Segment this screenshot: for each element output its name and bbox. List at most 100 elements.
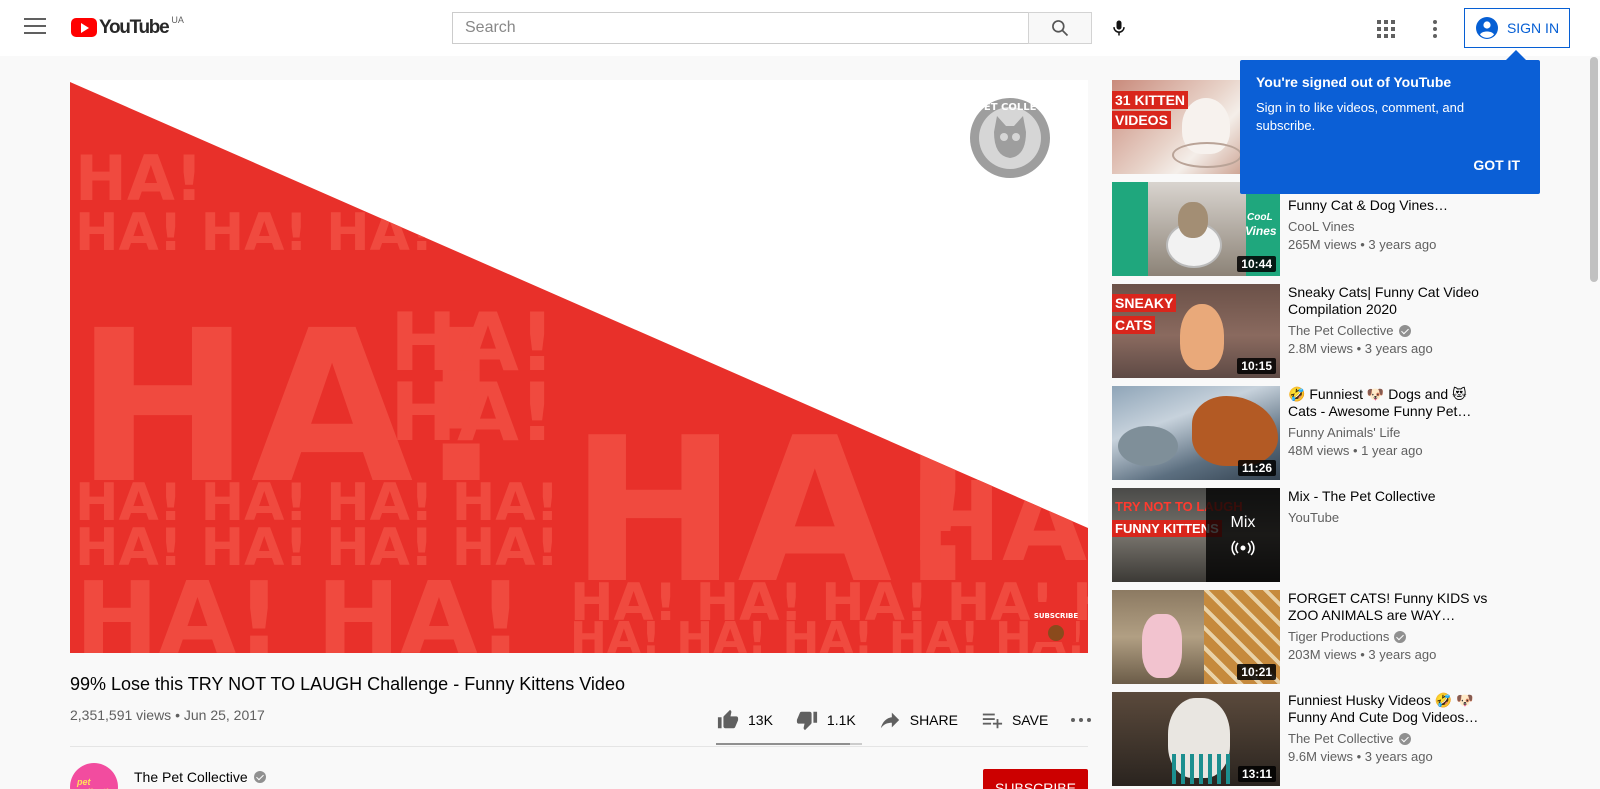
channel-name-link[interactable]: The Pet Collective	[134, 769, 266, 785]
channel-label: YouTube	[1288, 510, 1340, 525]
player-subscribe-text: SUBSCRIBE	[1034, 612, 1079, 620]
recommendation-title: Funniest Husky Videos 🤣 🐶 Funny And Cute…	[1288, 692, 1479, 725]
dislike-count: 1.1K	[826, 712, 856, 728]
recommendation-title: Sneaky Cats| Funny Cat Video Compilation…	[1288, 284, 1479, 317]
voice-search-button[interactable]	[1103, 12, 1135, 44]
video-meta: 2,351,591 views • Jun 25, 2017	[70, 707, 265, 723]
tooltip-body: Sign in to like videos, comment, and sub…	[1256, 100, 1465, 133]
mic-icon	[1113, 20, 1125, 36]
verified-icon	[253, 771, 266, 783]
signed-out-tooltip: You're signed out of YouTube Sign in to …	[1240, 50, 1540, 194]
video-player[interactable]: HA! HA! HA! HA! HA! HA! HA! HA! HA! HA! …	[70, 80, 1088, 653]
mix-radio-icon	[1231, 540, 1255, 556]
country-code: UA	[171, 15, 184, 25]
recommendation-channel: YouTube	[1288, 510, 1492, 525]
apps-icon	[1377, 20, 1395, 38]
player-subscribe-badge[interactable]: SUBSCRIBE	[1034, 602, 1079, 642]
recommendation-stats: 48M views • 1 year ago	[1288, 443, 1423, 458]
share-icon	[880, 712, 899, 729]
verified-icon	[1398, 324, 1411, 337]
video-actions: 13K 1.1K SHARE SAVE	[716, 702, 1092, 738]
recommendation-thumbnail[interactable]: SNEAKY CATS 10:15	[1112, 284, 1280, 378]
recommendation-thumbnail[interactable]: 10:21	[1112, 590, 1280, 684]
dog-figure	[1192, 396, 1278, 466]
share-button[interactable]: SHARE	[878, 709, 958, 731]
kitten-figure	[1180, 304, 1224, 370]
thumb-up-icon	[717, 709, 739, 729]
thumbnail-label: CATS	[1112, 316, 1156, 334]
sentiment-bar-fill	[716, 743, 851, 745]
recommendation-stats: 203M views • 3 years ago	[1288, 647, 1437, 662]
recommendation-title: FORGET CATS! Funny KIDS vs ZOO ANIMALS a…	[1288, 590, 1488, 623]
menu-icon[interactable]	[24, 18, 46, 38]
save-button[interactable]: SAVE	[980, 709, 1048, 731]
youtube-logo-icon	[71, 18, 97, 37]
recommendation-channel: The Pet Collective	[1288, 731, 1492, 746]
verified-icon	[1398, 732, 1411, 745]
like-count: 13K	[748, 712, 773, 728]
settings-button[interactable]	[1420, 14, 1450, 44]
thumbnail-label: 31 KITTEN	[1112, 91, 1189, 109]
bowl-figure	[1172, 142, 1242, 168]
recommendation-item[interactable]: 11:26 🤣 Funniest 🐶 Dogs and 😻 Cats - Awe…	[1112, 386, 1492, 480]
video-duration: 10:21	[1237, 664, 1276, 680]
sign-in-button[interactable]: SIGN IN	[1464, 8, 1570, 48]
recommendation-title: Mix - The Pet Collective	[1288, 488, 1436, 504]
logo-text: YouTube	[99, 17, 170, 38]
more-horiz-icon	[1071, 718, 1092, 722]
subscribe-button[interactable]: SUBSCRIBE	[983, 769, 1088, 789]
channel-avatar[interactable]: pet collective	[70, 763, 118, 789]
recommendation-info: Mix - The Pet Collective YouTube	[1288, 488, 1492, 525]
svg-text:HA!: HA!	[390, 366, 555, 459]
masthead: YouTube UA SIGN IN	[0, 0, 1600, 56]
channel-name: The Pet Collective	[134, 769, 248, 785]
recommendation-thumbnail[interactable]: 11:26	[1112, 386, 1280, 480]
recommendation-info: Funniest Husky Videos 🤣 🐶 Funny And Cute…	[1288, 692, 1492, 764]
youtube-logo[interactable]: YouTube UA	[71, 15, 184, 39]
fish-figure	[1118, 426, 1178, 466]
thumbnail-label: CooL	[1247, 212, 1273, 223]
channel-label: Funny Animals' Life	[1288, 425, 1401, 440]
thumbnail-label: VIDEOS	[1112, 111, 1171, 129]
playlist-add-icon	[982, 713, 1003, 729]
recommendation-info: 🤣 Funniest 🐶 Dogs and 😻 Cats - Awesome F…	[1288, 386, 1492, 458]
video-duration: 10:15	[1237, 358, 1276, 374]
sign-in-label: SIGN IN	[1506, 20, 1560, 36]
recommendation-channel: Funny Animals' Life	[1288, 425, 1492, 440]
video-title: 99% Lose this TRY NOT TO LAUGH Challenge…	[70, 674, 625, 694]
sentiment-bar	[716, 743, 862, 745]
mix-label: Mix	[1230, 514, 1256, 531]
recommendation-item[interactable]: SNEAKY CATS 10:15 Sneaky Cats| Funny Cat…	[1112, 284, 1492, 378]
recommendation-title: 🤣 Funniest 🐶 Dogs and 😻 Cats - Awesome F…	[1288, 386, 1472, 419]
channel-label: CooL Vines	[1288, 219, 1355, 234]
recommendation-thumbnail[interactable]: TRY NOT TO LAUGH FUNNY KITTENS Mix	[1112, 488, 1280, 582]
recommendation-thumbnail[interactable]: CooL Vines 10:44	[1112, 182, 1280, 276]
tooltip-title: You're signed out of YouTube	[1256, 74, 1452, 90]
recommendation-item[interactable]: CooL Vines 10:44 Funny Cat & Dog Vines… …	[1112, 182, 1492, 276]
more-actions-button[interactable]	[1070, 717, 1092, 723]
watermark-text: THE PET COLLECTIVE	[951, 102, 1069, 113]
like-button[interactable]: 13K	[716, 709, 773, 731]
recommendation-item[interactable]: TRY NOT TO LAUGH FUNNY KITTENS Mix Mix -…	[1112, 488, 1492, 582]
recommendation-item[interactable]: 13:11 Funniest Husky Videos 🤣 🐶 Funny An…	[1112, 692, 1492, 786]
more-vert-icon	[1433, 20, 1437, 38]
got-it-button[interactable]: GOT IT	[1473, 157, 1520, 173]
recommendation-title: Funny Cat & Dog Vines…	[1288, 197, 1449, 213]
dislike-button[interactable]: 1.1K	[795, 709, 856, 731]
search-box	[452, 12, 1028, 44]
recommendation-item[interactable]: 10:21 FORGET CATS! Funny KIDS vs ZOO ANI…	[1112, 590, 1492, 684]
child-figure	[1142, 614, 1182, 678]
search-icon	[1052, 20, 1069, 37]
account-icon	[1475, 17, 1498, 39]
search-input[interactable]	[465, 19, 1016, 37]
recommendation-info: Sneaky Cats| Funny Cat Video Compilation…	[1288, 284, 1492, 356]
page-scrollbar[interactable]	[1590, 57, 1598, 282]
channel-label: Tiger Productions	[1288, 629, 1390, 644]
recommendation-thumbnail[interactable]: 13:11	[1112, 692, 1280, 786]
recommendation-channel: The Pet Collective	[1288, 323, 1492, 338]
search-button[interactable]	[1028, 12, 1092, 44]
video-duration: 10:44	[1237, 256, 1276, 272]
recommendation-stats: 9.6M views • 3 years ago	[1288, 749, 1433, 764]
apps-button[interactable]	[1371, 14, 1401, 44]
save-label: SAVE	[1011, 712, 1049, 728]
